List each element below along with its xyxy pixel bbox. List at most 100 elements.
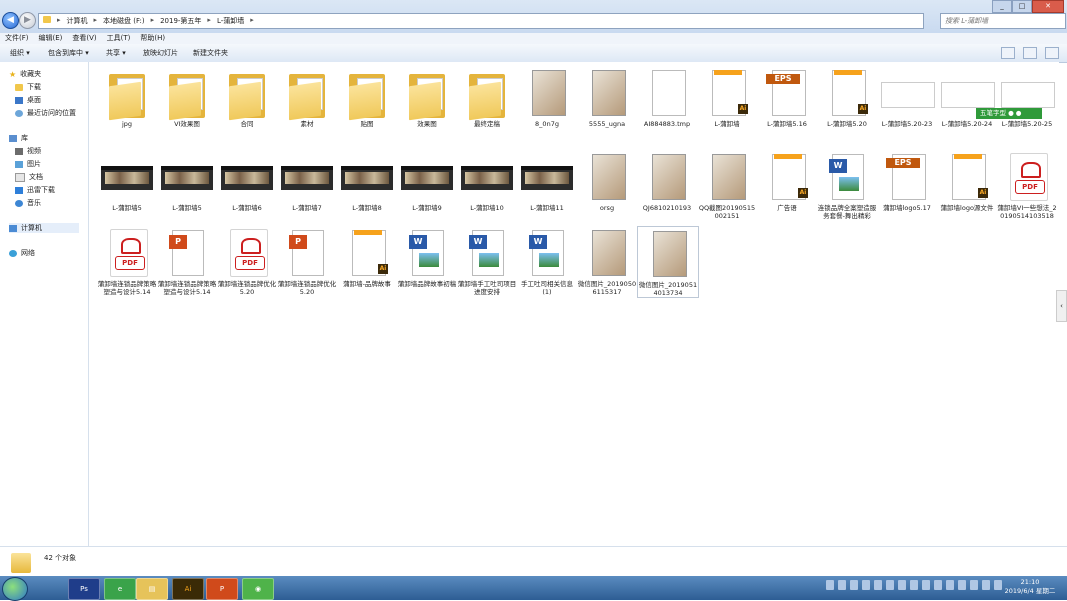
tray-icon[interactable]	[886, 580, 894, 590]
tray-icon[interactable]	[826, 580, 834, 590]
tray-icon[interactable]	[910, 580, 918, 590]
file-item[interactable]: L-蒲卸墙6	[217, 150, 277, 212]
file-item[interactable]: L-蒲卸墙5	[157, 150, 217, 212]
menu-view[interactable]: 查看(V)	[67, 33, 101, 44]
tray-icon[interactable]	[874, 580, 882, 590]
sidebar-item-recent[interactable]: 最近访问的位置	[15, 108, 76, 118]
chevron-left-icon[interactable]: ‹	[1056, 290, 1067, 322]
menu-tools[interactable]: 工具(T)	[102, 33, 136, 44]
file-item[interactable]: 微信图片_20190514013734	[637, 226, 699, 298]
file-item[interactable]: 最终定稿	[457, 66, 517, 128]
organize-button[interactable]: 组织 ▾	[10, 48, 30, 58]
address-field[interactable]: ▸ 计算机 ▸ 本地磁盘 (F:) ▸ 2019-第五年 ▸ L-蒲卸墙 ▸	[38, 13, 924, 29]
sidebar-item-thunder[interactable]: 迅雷下载	[15, 185, 55, 195]
sidebar-item-network[interactable]: 网络	[9, 248, 35, 258]
file-item[interactable]: AI884883.tmp	[637, 66, 697, 128]
tray-icon[interactable]	[958, 580, 966, 590]
tray-icon[interactable]	[982, 580, 990, 590]
preview-pane-icon[interactable]	[1023, 47, 1037, 59]
slideshow-button[interactable]: 放映幻灯片	[143, 48, 178, 58]
new-folder-button[interactable]: 新建文件夹	[193, 48, 228, 58]
file-item[interactable]: orsg	[577, 150, 637, 212]
help-icon[interactable]	[1045, 47, 1059, 59]
file-item[interactable]: W 手工吐司相关信息(1)	[517, 226, 577, 296]
taskbar-wechat-icon[interactable]: ◉	[242, 578, 274, 600]
file-item[interactable]: W 连锁品牌全案塑造服务套餐-舞出精彩	[817, 150, 877, 220]
file-item[interactable]: P 蒲卸墙连锁品牌优化5.20	[277, 226, 337, 296]
sidebar-item-downloads[interactable]: 下载	[15, 82, 41, 92]
view-options-icon[interactable]	[1001, 47, 1015, 59]
menu-edit[interactable]: 编辑(E)	[34, 33, 68, 44]
file-item[interactable]: W 蒲卸墙品牌故事初稿	[397, 226, 457, 288]
file-item[interactable]: QQ截图20190515002151	[697, 150, 757, 220]
file-item[interactable]: 素材	[277, 66, 337, 128]
taskbar-photoshop-icon[interactable]: Ps	[68, 578, 100, 600]
file-item[interactable]: VI效果图	[157, 66, 217, 128]
file-item[interactable]: PDF 蒲卸墙VI一些想法_20190514103518	[997, 150, 1057, 220]
file-item[interactable]: L-蒲卸墙8	[337, 150, 397, 212]
file-item[interactable]: Ai 蒲卸墙-品牌故事	[337, 226, 397, 288]
sidebar-item-music[interactable]: 音乐	[15, 198, 41, 208]
back-button[interactable]: ◀	[2, 12, 19, 29]
file-item[interactable]: L-蒲卸墙9	[397, 150, 457, 212]
sidebar-item-documents[interactable]: 文档	[15, 172, 43, 182]
file-item[interactable]: jpg	[97, 66, 157, 128]
file-item[interactable]: W 蒲卸墙手工吐司项目进度安排	[457, 226, 517, 296]
breadcrumb-year[interactable]: 2019-第五年	[160, 16, 201, 26]
taskbar-browser-icon[interactable]: e	[104, 578, 136, 600]
file-item[interactable]: Ai 蒲卸墙logo源文件	[937, 150, 997, 212]
sidebar-item-pictures[interactable]: 图片	[15, 159, 41, 169]
file-item[interactable]: L-蒲卸墙5	[97, 150, 157, 212]
file-item[interactable]: L-蒲卸墙5.20-23	[877, 66, 937, 128]
system-clock[interactable]: 21:10 2019/6/4 星期二	[1000, 578, 1060, 596]
taskbar-explorer-icon[interactable]: ▤	[136, 578, 168, 600]
breadcrumb-drive[interactable]: 本地磁盘 (F:)	[103, 16, 145, 26]
maximize-button[interactable]: □	[1012, 0, 1032, 13]
file-item[interactable]: 效果图	[397, 66, 457, 128]
tray-icon[interactable]	[934, 580, 942, 590]
include-library-button[interactable]: 包含到库中 ▾	[48, 48, 89, 58]
close-button[interactable]: ✕	[1032, 0, 1064, 13]
sidebar-item-desktop[interactable]: 桌面	[15, 95, 41, 105]
menu-help[interactable]: 帮助(H)	[135, 33, 170, 44]
start-button[interactable]	[2, 577, 28, 601]
tray-icon[interactable]	[850, 580, 858, 590]
tray-icon[interactable]	[970, 580, 978, 590]
file-item[interactable]: L-蒲卸墙7	[277, 150, 337, 212]
forward-button[interactable]: ▶	[19, 12, 36, 29]
minimize-button[interactable]: _	[992, 0, 1012, 13]
file-item[interactable]: 5555_ugna	[577, 66, 637, 128]
file-item[interactable]: L-蒲卸墙11	[517, 150, 577, 212]
tray-icon[interactable]	[922, 580, 930, 590]
share-button[interactable]: 共享 ▾	[106, 48, 126, 58]
search-input[interactable]	[941, 14, 1049, 28]
file-item[interactable]: EPS 蒲卸墙logo5.17	[877, 150, 937, 212]
tray-icon[interactable]	[946, 580, 954, 590]
file-item[interactable]: Ai 广告语	[757, 150, 817, 212]
file-item[interactable]: L-蒲卸墙10	[457, 150, 517, 212]
sidebar-item-favorites[interactable]: ★ 收藏夹	[9, 69, 41, 79]
file-item[interactable]: QJ6810210193	[637, 150, 697, 212]
breadcrumb-current[interactable]: L-蒲卸墙	[217, 16, 244, 26]
search-box[interactable]	[940, 13, 1066, 29]
file-item[interactable]: 8_0n7g	[517, 66, 577, 128]
file-item[interactable]: Ai L-蒲卸墙5.20	[817, 66, 877, 128]
tray-icon[interactable]	[838, 580, 846, 590]
sidebar-item-library[interactable]: 库	[9, 133, 28, 143]
file-item[interactable]: P 蒲卸墙连锁品牌策略塑造与设计5.14	[157, 226, 217, 296]
tray-icon[interactable]	[898, 580, 906, 590]
menu-file[interactable]: 文件(F)	[0, 33, 34, 44]
file-item[interactable]: 合同	[217, 66, 277, 128]
file-item[interactable]: Ai L-蒲卸墙	[697, 66, 757, 128]
breadcrumb-computer[interactable]: 计算机	[67, 16, 88, 26]
file-item[interactable]: PDF 蒲卸墙连锁品牌优化5.20	[217, 226, 277, 296]
file-item[interactable]: 微信图片_20190506115317	[577, 226, 637, 296]
file-item[interactable]: EPS L-蒲卸墙5.16	[757, 66, 817, 128]
sidebar-item-videos[interactable]: 视频	[15, 146, 41, 156]
file-item[interactable]: PDF 蒲卸墙连锁品牌策略塑造与设计5.14	[97, 226, 157, 296]
tray-icon[interactable]	[862, 580, 870, 590]
ime-status-badge[interactable]: 五笔字型 ● ●	[976, 108, 1042, 119]
taskbar-powerpoint-icon[interactable]: P	[206, 578, 238, 600]
taskbar-illustrator-icon[interactable]: Ai	[172, 578, 204, 600]
file-item[interactable]: 贴图	[337, 66, 397, 128]
